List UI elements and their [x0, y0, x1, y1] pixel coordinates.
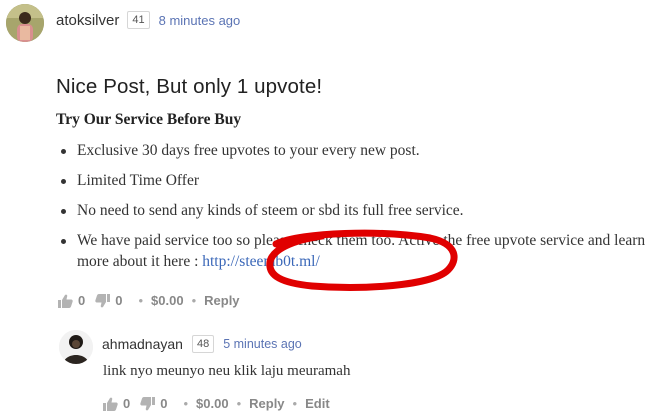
separator: • [183, 396, 189, 411]
comment-headline: Nice Post, But only 1 upvote! [56, 75, 323, 98]
reply-actions: 0 0 • $0.00 • Reply • Edit [103, 396, 330, 411]
upvote-count: 0 [123, 396, 131, 411]
comment-actions: 0 0 • $0.00 • Reply [58, 293, 240, 308]
payout-amount[interactable]: $0.00 [196, 396, 229, 411]
avatar[interactable] [6, 4, 44, 42]
upvote-count: 0 [78, 293, 86, 308]
avatar[interactable] [59, 330, 93, 364]
list-item: No need to send any kinds of steem or sb… [56, 200, 662, 222]
author-name[interactable]: ahmadnayan [102, 336, 183, 352]
list-item-text: Limited Time Offer [77, 172, 199, 189]
comment-thread: atoksilver 41 8 minutes ago Nice Post, B… [0, 0, 669, 419]
thumbs-up-icon[interactable] [58, 294, 73, 308]
steembot-link[interactable]: http://steemb0t.ml/ [202, 253, 320, 270]
comment-header: atoksilver 41 8 minutes ago [56, 10, 240, 30]
reply-button[interactable]: Reply [204, 293, 239, 308]
reputation-badge: 41 [127, 11, 150, 29]
reply-header: ahmadnayan 48 5 minutes ago [102, 335, 302, 353]
bullet-dot [61, 209, 66, 214]
list-item: We have paid service too so please check… [56, 230, 662, 272]
timestamp-link[interactable]: 8 minutes ago [159, 13, 241, 28]
edit-button[interactable]: Edit [305, 396, 330, 411]
bullet-dot [61, 239, 66, 244]
list-item: Limited Time Offer [56, 170, 662, 192]
list-item-text: We have paid service too so please check… [77, 232, 646, 270]
bullet-dot [61, 179, 66, 184]
thumbs-down-icon[interactable] [140, 396, 156, 411]
timestamp-link[interactable]: 5 minutes ago [223, 337, 302, 351]
bullet-list: Exclusive 30 days free upvotes to your e… [56, 140, 662, 280]
list-item-text: Exclusive 30 days free upvotes to your e… [77, 142, 420, 159]
separator: • [191, 293, 197, 308]
separator: • [138, 293, 144, 308]
separator: • [236, 396, 242, 411]
thumbs-down-icon[interactable] [95, 293, 111, 308]
bullet-dot [61, 149, 66, 154]
reply-button[interactable]: Reply [249, 396, 284, 411]
comment-subheading: Try Our Service Before Buy [56, 111, 242, 128]
list-item: Exclusive 30 days free upvotes to your e… [56, 140, 662, 162]
reputation-badge: 48 [191, 335, 215, 353]
payout-amount[interactable]: $0.00 [151, 293, 184, 308]
thumbs-up-icon[interactable] [103, 397, 118, 411]
reply-body: link nyo meunyo neu klik laju meuramah [103, 363, 351, 379]
downvote-count: 0 [115, 293, 123, 308]
separator: • [292, 396, 298, 411]
downvote-count: 0 [160, 396, 168, 411]
author-name[interactable]: atoksilver [56, 12, 119, 29]
list-item-text: No need to send any kinds of steem or sb… [77, 202, 464, 219]
